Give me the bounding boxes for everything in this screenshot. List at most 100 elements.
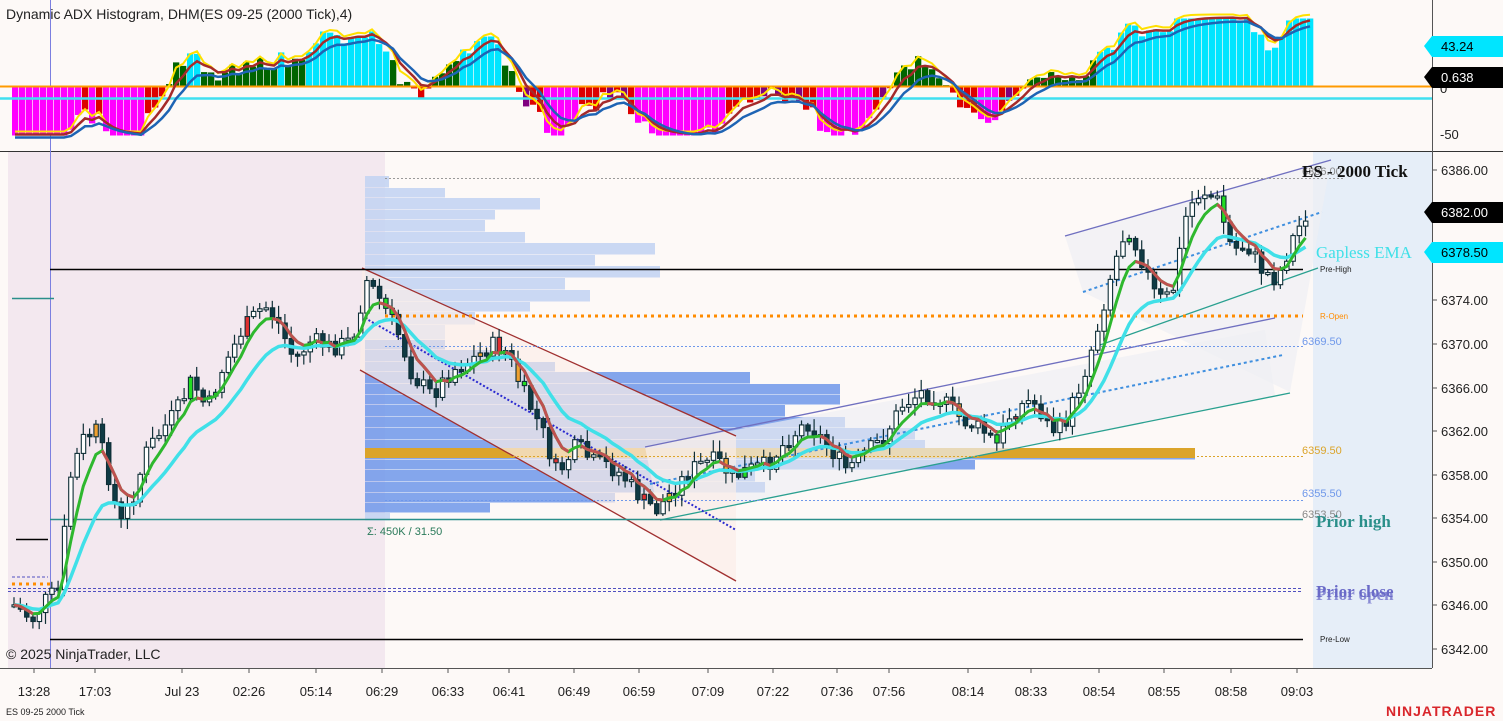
candle-body: [49, 587, 55, 595]
fast-ma-falling-segment: [378, 301, 387, 307]
candle-body: [458, 368, 465, 373]
ind-badge-adx-text: 43.24: [1441, 39, 1474, 54]
price-label: 6350.00: [1441, 555, 1488, 570]
candle-body: [578, 439, 584, 443]
adx-bar: [54, 86, 61, 136]
candle-body: [1233, 240, 1240, 249]
candle-body: [1189, 202, 1196, 217]
candle-body: [987, 432, 994, 436]
candle-body: [540, 418, 547, 429]
candle-body: [553, 458, 559, 464]
candle-body: [836, 451, 843, 460]
candle-body: [912, 397, 918, 406]
adx-bar: [740, 86, 747, 99]
vp-row: [365, 176, 389, 188]
label-gapless-ema: Gapless EMA: [1316, 243, 1413, 262]
ind-axis-minus50: -50: [1440, 127, 1459, 142]
adx-bar: [698, 86, 705, 133]
vp-row: [365, 243, 655, 255]
vp-row: [365, 210, 495, 220]
adx-bar: [26, 86, 33, 136]
vp-row: [365, 493, 615, 503]
adx-bar: [635, 86, 642, 123]
label-pre-low: Pre-Low: [1320, 635, 1350, 644]
ind-badge-value-text: 0.638: [1441, 70, 1474, 85]
candle-body: [68, 476, 74, 527]
candle-body: [710, 451, 717, 461]
vp-row: [365, 255, 595, 266]
time-label: 09:03: [1281, 684, 1314, 699]
candle-body: [1164, 291, 1170, 295]
candle-body: [1208, 194, 1214, 198]
adx-bar: [1223, 18, 1230, 86]
fast-ma-falling-segment: [1040, 410, 1048, 416]
candle-body: [181, 398, 188, 402]
candle-body: [899, 406, 906, 412]
adx-bar: [929, 69, 936, 86]
adx-bar: [404, 81, 411, 86]
adx-bar: [19, 86, 26, 136]
adx-bar: [1174, 18, 1181, 86]
candle-body: [99, 423, 106, 444]
adx-bar: [33, 86, 40, 136]
adx-bar: [684, 86, 691, 136]
time-label: 06:41: [493, 684, 526, 699]
ninjatrader-logo: NINJATRADER: [1386, 703, 1496, 719]
fast-ma-falling-segment: [13, 603, 21, 608]
adx-bar: [817, 86, 824, 131]
candle-body: [1277, 269, 1284, 286]
fast-ma-falling-segment: [832, 444, 840, 450]
adx-bar: [852, 86, 859, 135]
candle-body: [628, 479, 635, 483]
fast-ma-falling-segment: [971, 416, 979, 421]
candle-body: [376, 285, 383, 299]
adx-bar: [866, 86, 873, 119]
candle-body: [370, 279, 377, 287]
price-label: 6362.00: [1441, 424, 1488, 439]
candle-body: [250, 310, 257, 318]
candle-body: [704, 459, 710, 463]
candle-body: [994, 434, 1000, 444]
adx-bar: [1272, 47, 1279, 86]
adx-bar: [1167, 31, 1174, 87]
price-label: 6358.00: [1441, 468, 1488, 483]
adx-bar: [292, 58, 299, 86]
vp-row: [365, 188, 445, 198]
time-label: 06:33: [432, 684, 465, 699]
label-prior-high: Prior high: [1316, 512, 1391, 531]
candle-body: [660, 501, 666, 515]
vp-row: [365, 232, 525, 243]
fast-ma-falling-segment: [1166, 282, 1174, 288]
candle-body: [294, 353, 301, 357]
time-label: 08:58: [1215, 684, 1248, 699]
candle-body: [1302, 220, 1309, 227]
candle-body: [1183, 215, 1189, 249]
time-label: 07:56: [873, 684, 906, 699]
candle-body: [301, 351, 307, 356]
time-label: 08:14: [952, 684, 985, 699]
adx-bar: [1160, 32, 1167, 86]
adx-bar: [1230, 18, 1237, 86]
adx-bar: [1195, 18, 1202, 86]
candle-body: [420, 379, 427, 387]
adx-bar: [131, 86, 138, 136]
candle-body: [1246, 248, 1252, 255]
candle-body: [1076, 392, 1082, 399]
candle-body: [156, 435, 162, 439]
vp-row: [365, 503, 490, 513]
adx-bar: [341, 43, 348, 86]
candle-body: [591, 454, 597, 458]
adx-bar: [12, 86, 19, 136]
candle-body: [1025, 400, 1032, 405]
adx-bar: [705, 86, 712, 128]
adx-bar: [40, 86, 47, 136]
adx-bar: [509, 71, 516, 86]
chart-window[interactable]: Dynamic ADX Histogram, DHM(ES 09-25 (200…: [0, 0, 1503, 721]
candle-body: [521, 380, 528, 387]
candle-body: [1158, 288, 1164, 295]
candle-body: [1239, 247, 1246, 251]
candle-body: [30, 616, 36, 623]
candle-body: [414, 378, 421, 387]
fast-ma-falling-segment: [271, 317, 279, 322]
label-6355: 6355.50: [1302, 488, 1342, 500]
